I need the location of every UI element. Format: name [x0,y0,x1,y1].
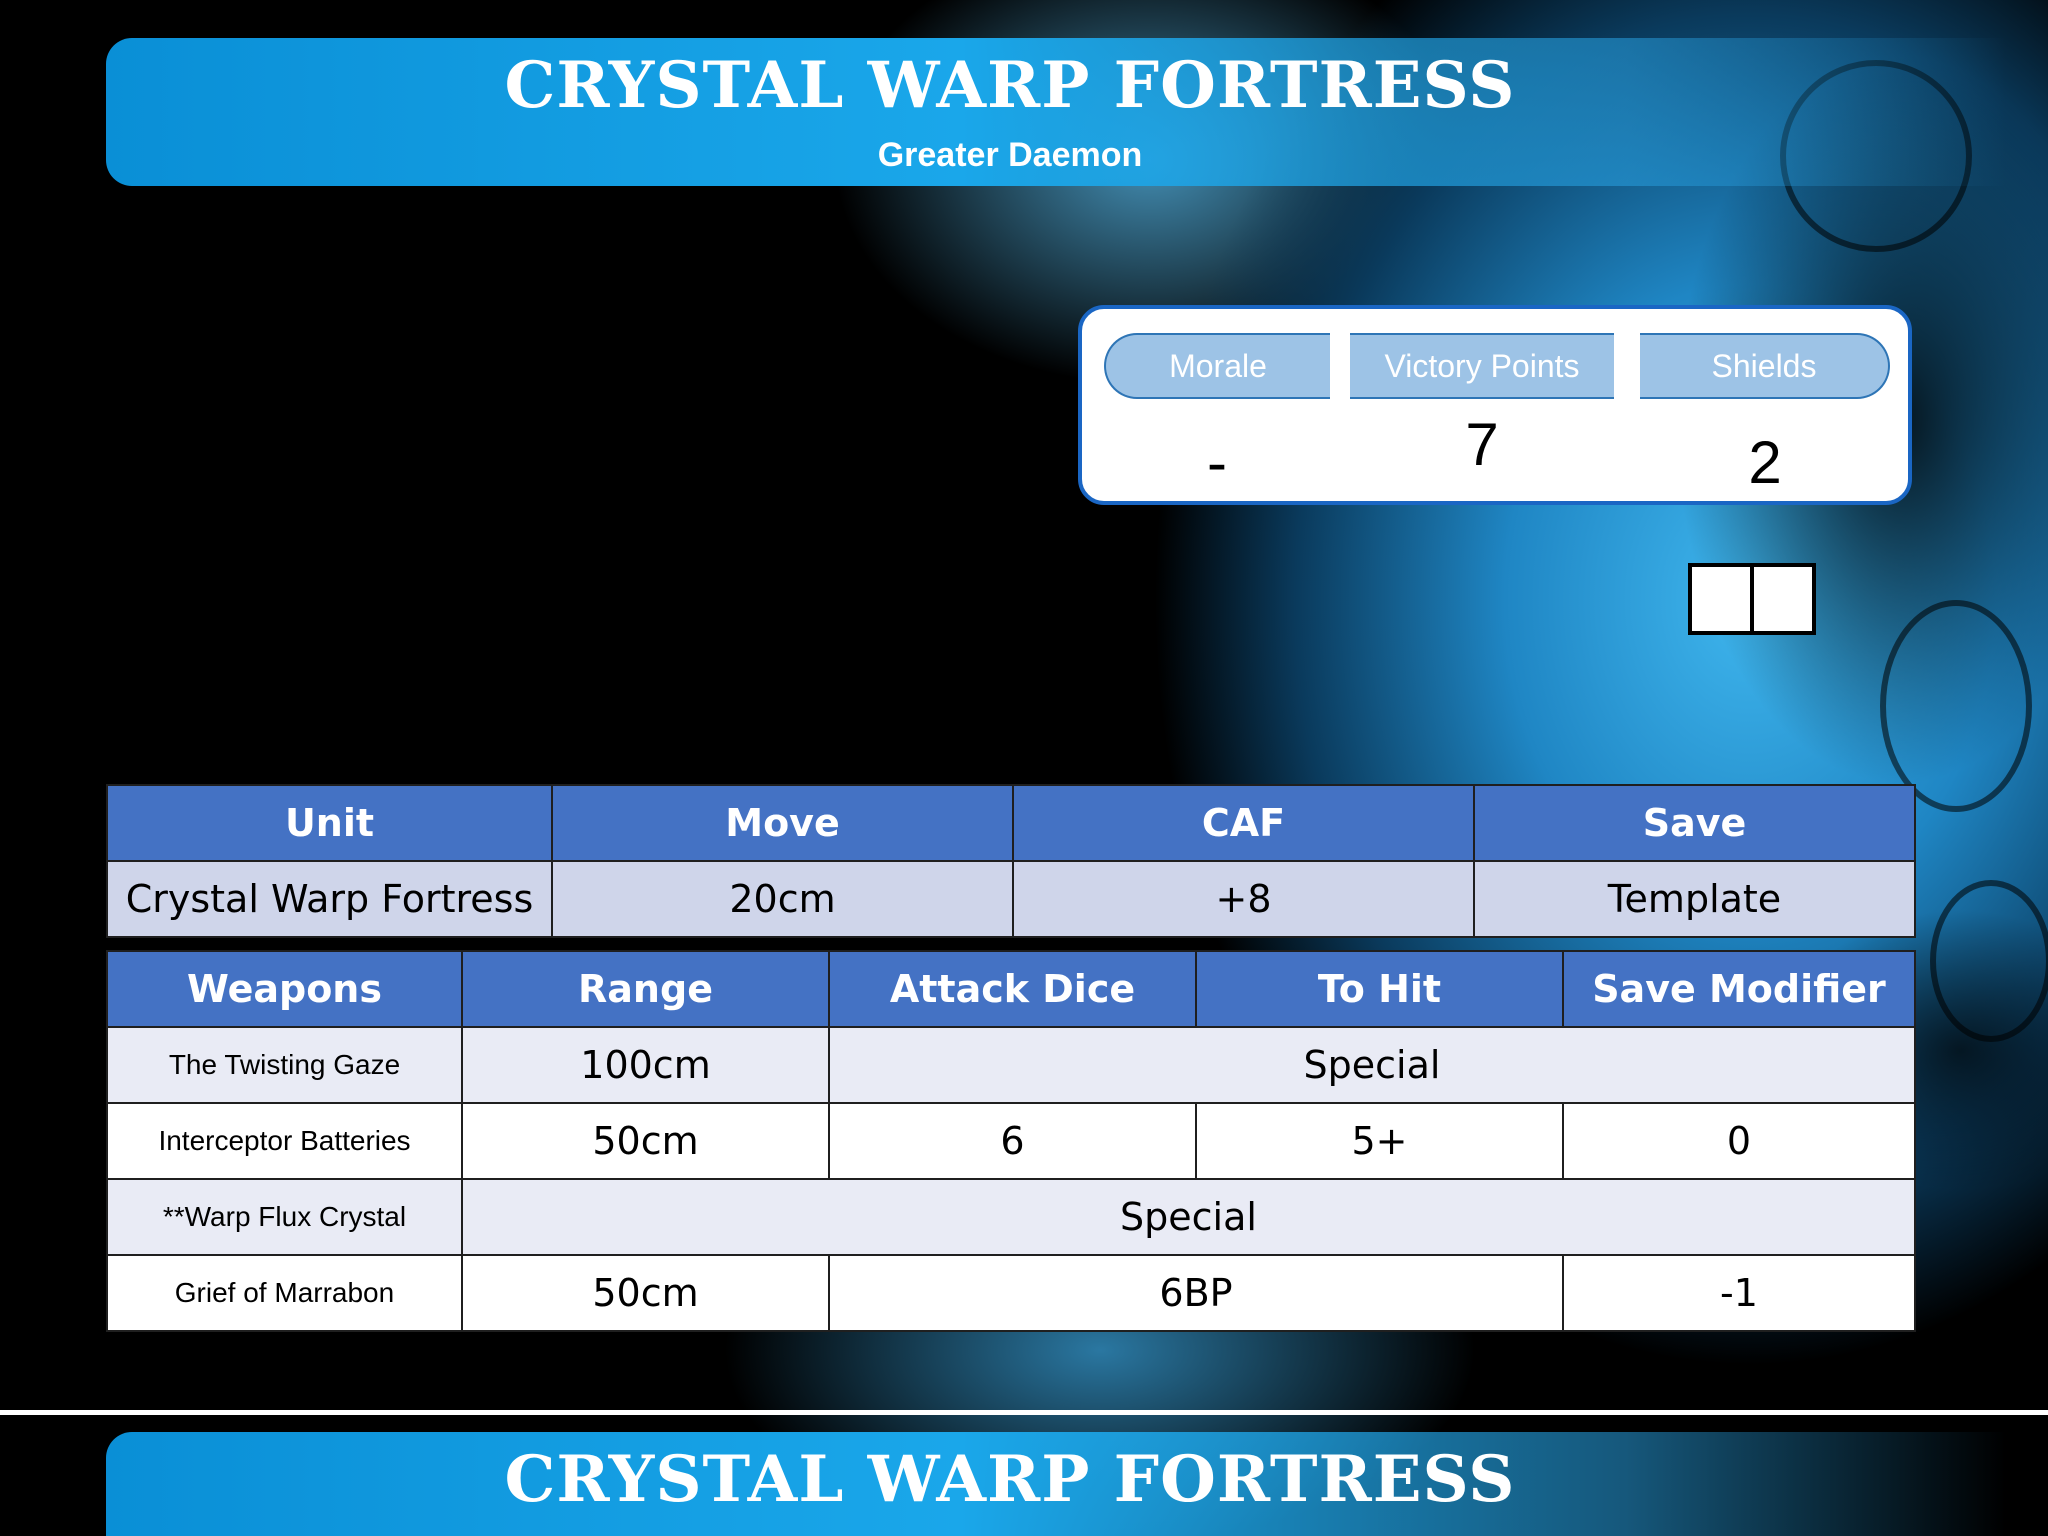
page-title: CRYSTAL WARP FORTRESS [504,48,1516,123]
stats-panel: Morale Victory Points Shields - 7 2 [1078,305,1912,505]
caf-cell: +8 [1012,860,1475,938]
column-header: Attack Dice [828,950,1197,1028]
weapon-name-cell: Grief of Marrabon [106,1254,463,1332]
column-header: Save Modifier [1562,950,1916,1028]
table-header-row: Weapons Range Attack Dice To Hit Save Mo… [106,950,1916,1028]
stat-label-morale: Morale [1104,333,1330,399]
swirl-decoration [1880,600,2032,812]
weapons-table: Weapons Range Attack Dice To Hit Save Mo… [106,950,1916,1332]
table-row: Crystal Warp Fortress 20cm +8 Template [106,860,1916,938]
special-cell: Special [828,1026,1916,1104]
save-modifier-cell: -1 [1562,1254,1916,1332]
table-header-row: Unit Move CAF Save [106,784,1916,862]
weapon-name-cell: The Twisting Gaze [106,1026,463,1104]
table-row: Grief of Marrabon 50cm 6BP -1 [106,1254,1916,1332]
weapon-name-cell: Interceptor Batteries [106,1102,463,1180]
unit-name-cell: Crystal Warp Fortress [106,860,553,938]
range-cell: 50cm [461,1254,830,1332]
column-header: CAF [1012,784,1475,862]
column-header: Weapons [106,950,463,1028]
move-cell: 20cm [551,860,1014,938]
table-row: Interceptor Batteries 50cm 6 5+ 0 [106,1102,1916,1180]
damage-track [1688,563,1816,635]
column-header: Range [461,950,830,1028]
weapon-name-cell: **Warp Flux Crystal [106,1178,463,1256]
save-modifier-cell: 0 [1562,1102,1916,1180]
damage-box[interactable] [1688,563,1754,635]
stat-value-victory-points: 7 [1465,410,1499,478]
to-hit-cell: 5+ [1195,1102,1564,1180]
stat-label-shields: Shields [1640,333,1890,399]
damage-box[interactable] [1750,563,1816,635]
footer-banner: CRYSTAL WARP FORTRESS [106,1432,2006,1536]
column-header: Move [551,784,1014,862]
stat-value-morale: - [1207,428,1227,496]
table-row: The Twisting Gaze 100cm Special [106,1026,1916,1104]
page-subtitle: Greater Daemon [877,136,1143,174]
column-header: Save [1473,784,1916,862]
attack-dice-cell: 6BP [828,1254,1564,1332]
range-cell: 100cm [461,1026,830,1104]
save-cell: Template [1473,860,1916,938]
stat-label-victory-points: Victory Points [1350,333,1614,399]
title-banner: CRYSTAL WARP FORTRESS Greater Daemon [106,38,2006,186]
swirl-decoration [1930,880,2048,1042]
attack-dice-cell: 6 [828,1102,1197,1180]
unit-table: Unit Move CAF Save Crystal Warp Fortress… [106,784,1916,938]
range-cell: 50cm [461,1102,830,1180]
column-header: Unit [106,784,553,862]
stat-value-shields: 2 [1748,428,1782,496]
column-header: To Hit [1195,950,1564,1028]
page-divider [0,1410,2048,1415]
special-cell: Special [461,1178,1916,1256]
table-row: **Warp Flux Crystal Special [106,1178,1916,1256]
footer-title: CRYSTAL WARP FORTRESS [504,1442,1516,1517]
